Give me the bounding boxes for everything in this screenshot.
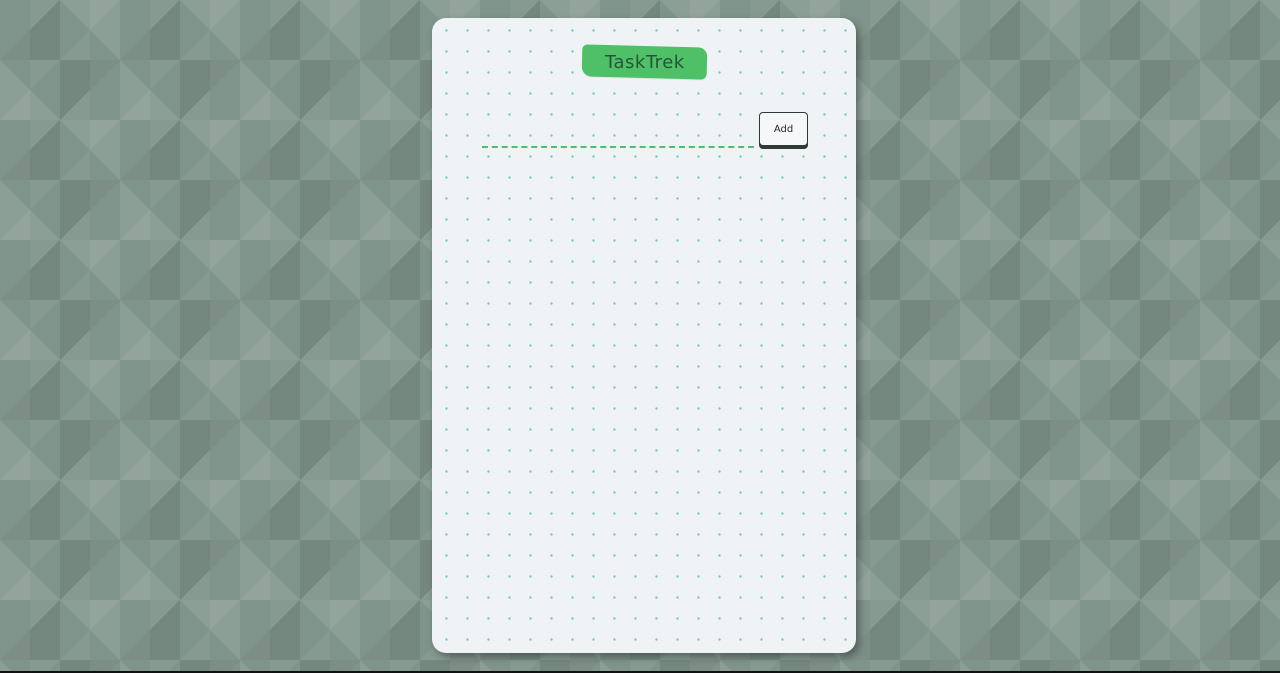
task-input[interactable] <box>482 126 754 148</box>
app-logo: TaskTrek <box>581 44 708 80</box>
add-task-button[interactable]: Add <box>759 112 808 146</box>
todo-card: TaskTrek Add <box>432 18 856 653</box>
app-title: TaskTrek <box>604 51 685 73</box>
add-task-form: Add <box>482 112 810 154</box>
